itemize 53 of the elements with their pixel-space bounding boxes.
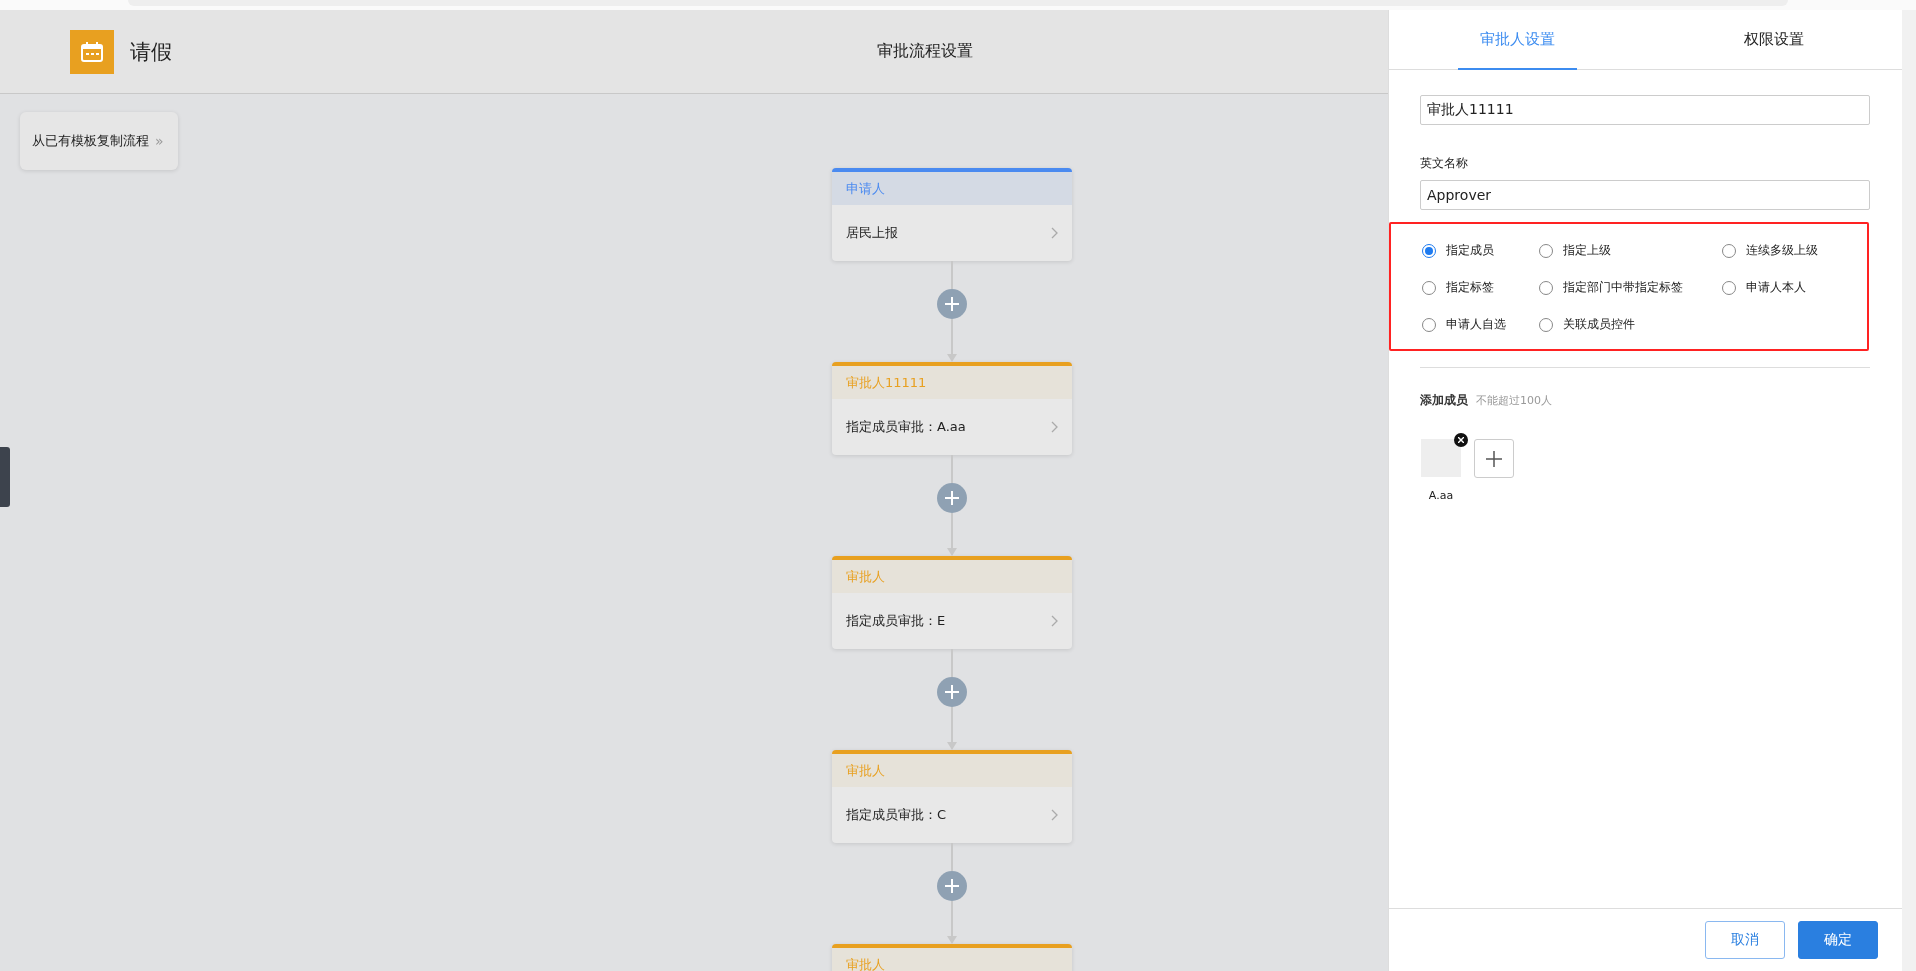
node-content: 居民上报 [846, 224, 898, 242]
flow-node-card[interactable]: 审批人 指定成员审批：E [832, 556, 1072, 649]
form-title: 请假 [130, 38, 172, 66]
node-title: 审批人 [846, 955, 885, 971]
node-content: 指定成员审批：C [846, 806, 947, 824]
name-input-field[interactable]: 审批人11111 [1420, 95, 1870, 125]
radio-option[interactable]: 指定标签 [1422, 279, 1539, 296]
node-title: 申请人 [846, 179, 885, 198]
member-name: A.aa [1428, 489, 1454, 502]
caret-icon: » [155, 133, 164, 149]
node-content: 指定成员审批：E [846, 612, 946, 630]
radio-option[interactable]: 申请人本人 [1722, 279, 1872, 296]
member-thumbnail [1421, 439, 1461, 477]
section-label: 添加成员 [1420, 392, 1468, 409]
radio-option[interactable]: 连续多级上级 [1722, 242, 1872, 259]
radio-option[interactable]: 指定上级 [1539, 242, 1722, 259]
radio-option[interactable]: 申请人自选 [1422, 316, 1539, 333]
radio-option[interactable]: 指定部门中带指定标签 [1539, 279, 1722, 296]
node-title: 审批人 [846, 761, 885, 780]
flow-node-card[interactable]: 申请人 居民上报 [832, 168, 1072, 261]
page-title: 审批流程设置 [877, 41, 973, 62]
copy-template-button[interactable]: 从已有模板复制流程 » [20, 112, 178, 170]
add-node-button[interactable] [937, 677, 967, 707]
node-title: 审批人11111 [846, 373, 927, 392]
node-content: 指定成员审批：A.aa [846, 418, 966, 436]
flow-node-card[interactable]: 审批人 指定成员审批：C [832, 750, 1072, 843]
plus-icon [1485, 449, 1503, 468]
tab[interactable]: 审批人设置 [1389, 10, 1646, 69]
add-node-button[interactable] [937, 483, 967, 513]
plus-icon [944, 684, 960, 700]
plus-icon [944, 296, 960, 312]
calendar-icon [70, 29, 114, 74]
close-icon[interactable] [1454, 433, 1468, 447]
node-title: 审批人 [846, 567, 885, 586]
add-node-button[interactable] [937, 871, 967, 901]
radio-option[interactable]: 指定成员 [1422, 242, 1539, 259]
plus-icon [944, 878, 960, 894]
hint-text: 不能超过100人 [1476, 393, 1552, 408]
chevron-right-icon [1051, 421, 1058, 433]
cancel-button[interactable]: 取消 [1705, 921, 1785, 959]
level-meter-icon [0, 447, 10, 507]
chevron-right-icon [1051, 227, 1058, 239]
tab[interactable]: 权限设置 [1645, 10, 1902, 69]
radio-option[interactable]: 关联成员控件 [1539, 316, 1722, 333]
confirm-button[interactable]: 确定 [1798, 921, 1878, 959]
add-node-button[interactable] [937, 289, 967, 319]
field-label: 英文名称 [1420, 155, 1469, 172]
english-name-input-field[interactable]: Approver [1420, 180, 1870, 210]
chevron-right-icon [1051, 615, 1058, 627]
flow-node-card[interactable]: 审批人11111 指定成员审批：A.aa [832, 362, 1072, 455]
add-member-button[interactable] [1474, 439, 1514, 478]
plus-icon [944, 490, 960, 506]
chevron-right-icon [1051, 809, 1058, 821]
